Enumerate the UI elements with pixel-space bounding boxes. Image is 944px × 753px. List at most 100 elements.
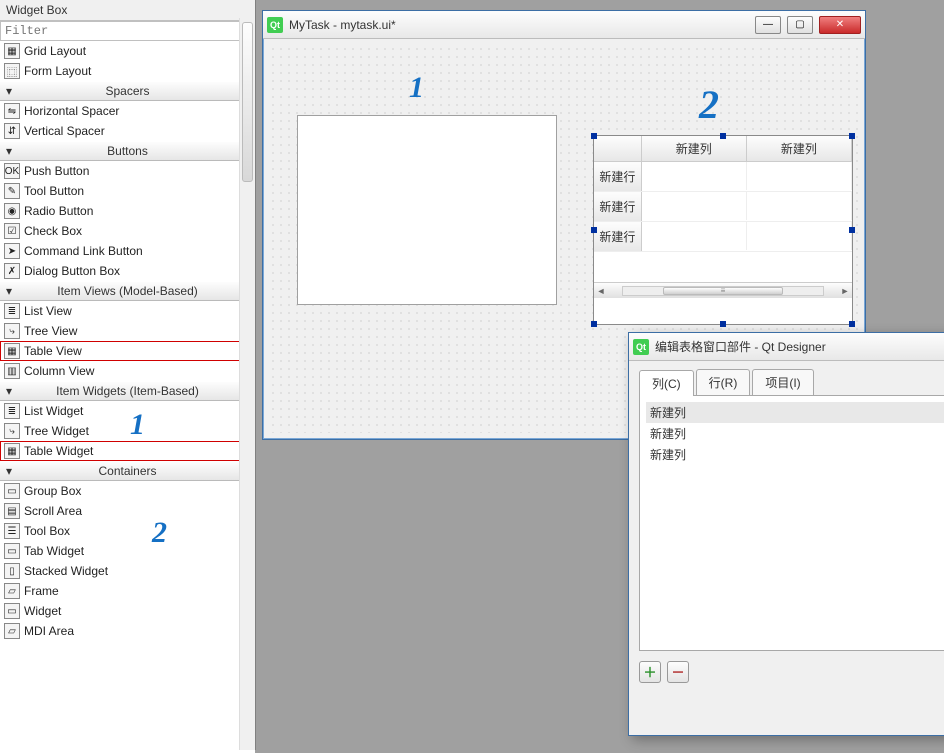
table-cell[interactable]	[747, 192, 852, 220]
widget-label: Dialog Button Box	[24, 264, 120, 278]
widget-item[interactable]: ▦ Table Widget	[0, 441, 255, 461]
widget-item[interactable]: ▯ Stacked Widget	[0, 561, 255, 581]
widget-box-scrollbar[interactable]	[239, 18, 255, 750]
widget-icon: ≣	[4, 303, 20, 319]
category-spacers[interactable]: Spacers▾	[0, 81, 255, 101]
annotation-1-canvas: 1	[409, 71, 424, 105]
widget-item[interactable]: ✗ Dialog Button Box	[0, 261, 255, 281]
widget-item[interactable]: ▦Grid Layout	[0, 41, 255, 61]
scroll-left-icon[interactable]: ◄	[594, 286, 608, 296]
minimize-button[interactable]: —	[755, 16, 781, 34]
widget-label: Radio Button	[24, 204, 93, 218]
widget-label: Widget	[24, 604, 61, 618]
widget-icon: ≣	[4, 403, 20, 419]
widget-item[interactable]: ◉Radio Button	[0, 201, 255, 221]
table-column-header[interactable]: 新建列	[747, 136, 852, 162]
maximize-button[interactable]: ▢	[787, 16, 813, 34]
widget-item[interactable]: ✎ Tool Button	[0, 181, 255, 201]
widget-icon: ⿴	[4, 63, 20, 79]
widget-item[interactable]: ▭Widget	[0, 601, 255, 621]
qt-logo-icon: Qt	[267, 17, 283, 33]
widget-label: Stacked Widget	[24, 564, 108, 578]
chevron-down-icon: ▾	[6, 384, 12, 398]
widget-item[interactable]: ⇵Vertical Spacer	[0, 121, 255, 141]
table-cell[interactable]	[747, 162, 852, 190]
widget-icon: ➤	[4, 243, 20, 259]
widget-item[interactable]: ≣ List View	[0, 301, 255, 321]
widget-item[interactable]: ⤷Tree Widget	[0, 421, 255, 441]
widget-label: List View	[24, 304, 72, 318]
widget-icon: ☑	[4, 223, 20, 239]
widget-icon: ▦	[4, 43, 20, 59]
chevron-down-icon: ▾	[6, 464, 12, 478]
table-cell[interactable]	[642, 162, 747, 190]
widget-label: Table View	[24, 344, 82, 358]
scroll-right-icon[interactable]: ►	[838, 286, 852, 296]
widget-item[interactable]: ⇋Horizontal Spacer	[0, 101, 255, 121]
widget-icon: ✗	[4, 263, 20, 279]
table-row-header[interactable]: 新建行	[594, 162, 642, 191]
category-itemviews[interactable]: Item Views (Model-Based)▾	[0, 281, 255, 301]
scrollbar-track[interactable]: ≡	[622, 286, 824, 296]
widget-icon: ▭	[4, 543, 20, 559]
widget-list[interactable]: ▦Grid Layout ⿴ Form Layout Spacers▾⇋Horizon…	[0, 41, 255, 753]
category-buttons[interactable]: Buttons▾	[0, 141, 255, 161]
widget-item[interactable]: ➤ Command Link Button	[0, 241, 255, 261]
table-row-header[interactable]: 新建行	[594, 192, 642, 221]
widget-icon: OK	[4, 163, 20, 179]
list-item[interactable]: 新建列	[646, 444, 944, 465]
form-title: MyTask - mytask.ui*	[289, 18, 749, 32]
widget-icon: ✎	[4, 183, 20, 199]
widget-item[interactable]: ≣ List Widget	[0, 401, 255, 421]
widget-label: Tool Button	[24, 184, 84, 198]
widget-item[interactable]: ▥Column View	[0, 361, 255, 381]
category-containers[interactable]: Containers▾	[0, 461, 255, 481]
category-itemwidgets[interactable]: Item Widgets (Item-Based)▾	[0, 381, 255, 401]
form-titlebar[interactable]: Qt MyTask - mytask.ui* — ▢ ✕	[263, 11, 865, 39]
table-column-header[interactable]: 新建列	[642, 136, 747, 162]
table-view-widget[interactable]	[297, 115, 557, 305]
add-button[interactable]: ＋	[639, 661, 661, 683]
widget-item[interactable]: ▤Scroll Area	[0, 501, 255, 521]
widget-item[interactable]: ▭Tab Widget	[0, 541, 255, 561]
widget-label: Command Link Button	[24, 244, 143, 258]
dialog-titlebar[interactable]: Qt 编辑表格窗口部件 - Qt Designer ✕	[629, 333, 944, 361]
widget-item[interactable]: ☑Check Box	[0, 221, 255, 241]
widget-item[interactable]: ▭ Group Box	[0, 481, 255, 501]
tab-columns[interactable]: 列(C)	[639, 370, 694, 396]
table-cell[interactable]	[642, 222, 747, 250]
widget-icon: ▦	[4, 443, 20, 459]
chevron-down-icon: ▾	[6, 84, 12, 98]
widget-label: Tree View	[24, 324, 77, 338]
widget-label: Table Widget	[24, 444, 93, 458]
widget-filter-input[interactable]	[0, 21, 255, 41]
widget-icon: ▭	[4, 483, 20, 499]
widget-item[interactable]: ☰Tool Box	[0, 521, 255, 541]
list-item[interactable]: 新建列	[646, 402, 944, 423]
tab-rows[interactable]: 行(R)	[696, 369, 751, 395]
widget-label: Group Box	[24, 484, 81, 498]
widget-label: Column View	[24, 364, 94, 378]
widget-label: Form Layout	[24, 64, 91, 78]
table-widget[interactable]: 新建列新建列新建行新建行新建行◄≡►	[593, 135, 853, 325]
widget-item[interactable]: ⤷Tree View	[0, 321, 255, 341]
widget-label: List Widget	[24, 404, 83, 418]
widget-item[interactable]: ⿴ Form Layout	[0, 61, 255, 81]
widget-item[interactable]: ▦Table View	[0, 341, 255, 361]
table-row-header[interactable]: 新建行	[594, 222, 642, 251]
scrollbar-thumb[interactable]: ≡	[663, 287, 783, 295]
widget-item[interactable]: ▱Frame	[0, 581, 255, 601]
table-cell[interactable]	[642, 192, 747, 220]
widget-item[interactable]: ▱MDI Area	[0, 621, 255, 641]
dialog-tabs: 列(C) 行(R) 项目(I)	[639, 369, 944, 395]
widget-item[interactable]: OKPush Button	[0, 161, 255, 181]
column-list[interactable]: 新建列新建列新建列	[639, 395, 944, 651]
widget-icon: ▯	[4, 563, 20, 579]
table-cell[interactable]	[747, 222, 852, 250]
qt-logo-icon: Qt	[633, 339, 649, 355]
widget-box-panel: Widget Box ▦Grid Layout⿴Form LayoutSpace…	[0, 0, 256, 750]
tab-items[interactable]: 项目(I)	[752, 369, 813, 395]
list-item[interactable]: 新建列	[646, 423, 944, 444]
remove-button[interactable]: －	[667, 661, 689, 683]
close-button[interactable]: ✕	[819, 16, 861, 34]
